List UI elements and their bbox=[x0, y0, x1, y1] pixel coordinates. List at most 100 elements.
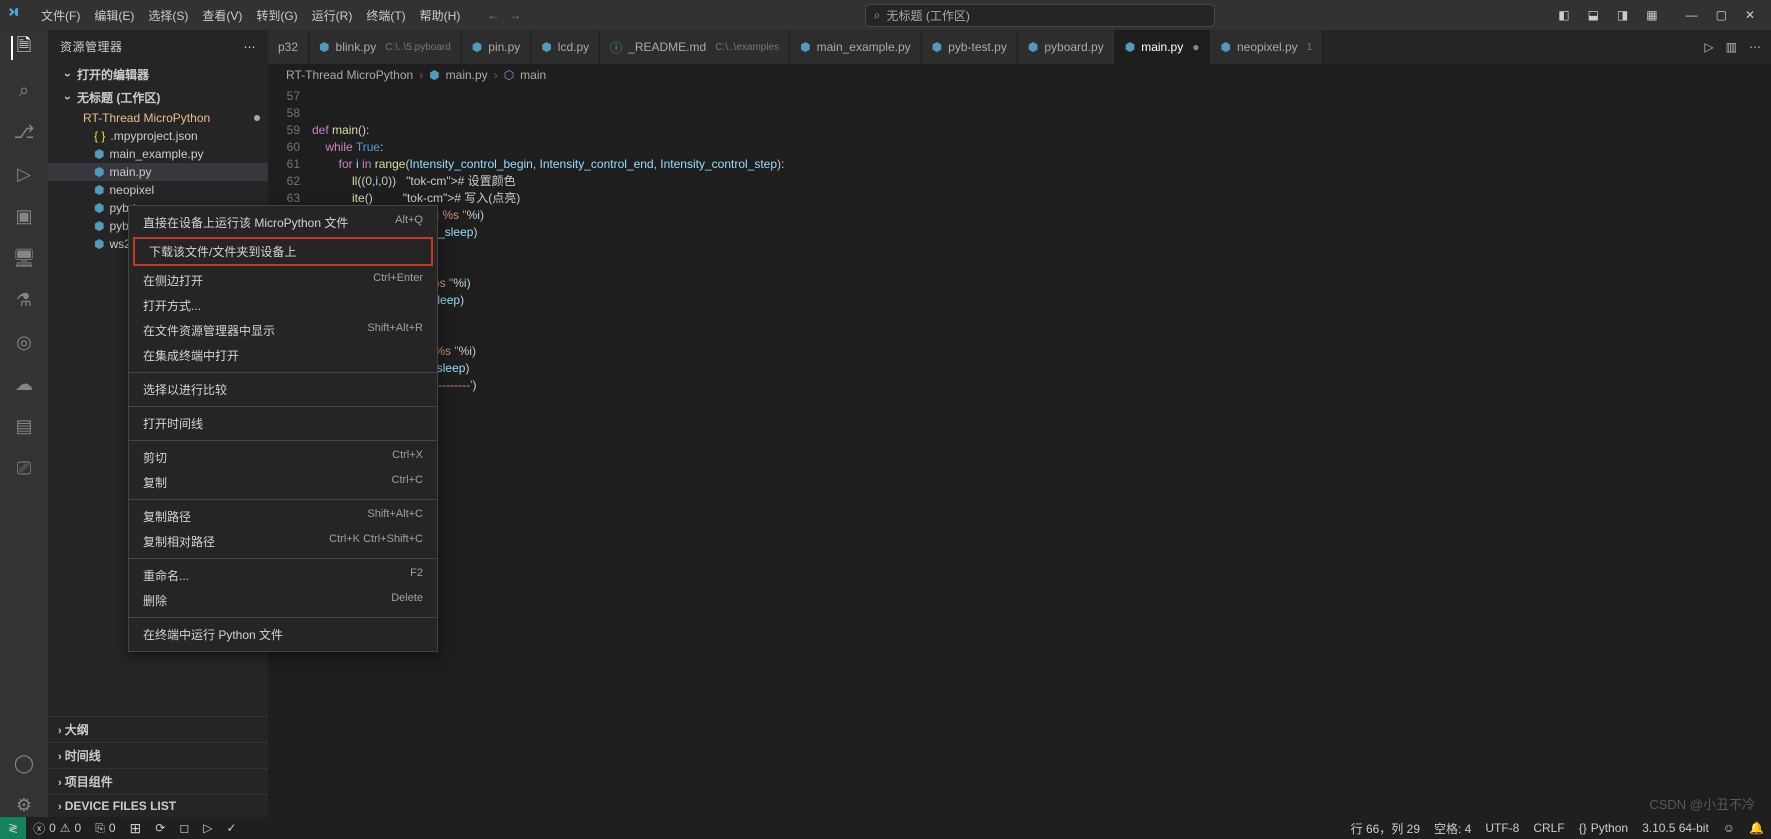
run-debug-icon[interactable]: ▷ bbox=[12, 162, 36, 186]
editor-tab[interactable]: ⬢pin.py bbox=[462, 30, 532, 64]
crumb-symbol[interactable]: main bbox=[520, 68, 546, 82]
minimap[interactable] bbox=[1661, 86, 1771, 817]
file-row[interactable]: { }.mpyproject.json bbox=[48, 127, 268, 145]
context-menu-item[interactable]: 复制Ctrl+C bbox=[129, 470, 437, 495]
editor-tab[interactable]: ⬢lcd.py bbox=[531, 30, 600, 64]
context-menu-item[interactable]: 下载该文件/文件夹到设备上 bbox=[133, 237, 433, 266]
status-interpreter[interactable]: 3.10.5 64-bit bbox=[1635, 821, 1716, 835]
status-check[interactable]: ✓ bbox=[220, 821, 244, 835]
menu-terminal[interactable]: 终端(T) bbox=[359, 4, 412, 27]
menu-run[interactable]: 运行(R) bbox=[305, 4, 360, 27]
file-row[interactable]: ⬢main.py bbox=[48, 163, 268, 181]
layout-left-icon[interactable]: ◧ bbox=[1558, 8, 1569, 22]
editor-tab[interactable]: p32 bbox=[268, 30, 309, 64]
vscode-logo-icon bbox=[8, 6, 26, 24]
context-menu-item[interactable]: 删除Delete bbox=[129, 588, 437, 613]
crumb-folder[interactable]: RT-Thread MicroPython bbox=[286, 68, 413, 82]
editor-tab[interactable]: ⬢main.py● bbox=[1115, 30, 1211, 64]
python-file-icon: ⬢ bbox=[541, 40, 551, 54]
outline-section[interactable]: › 大纲 bbox=[48, 716, 268, 742]
context-menu-item[interactable]: 打开时间线 bbox=[129, 411, 437, 436]
window-close-icon[interactable]: ✕ bbox=[1745, 8, 1755, 22]
serial-icon[interactable]: ◎ bbox=[12, 330, 36, 354]
more-icon[interactable]: ⋯ bbox=[244, 40, 257, 54]
notes-icon[interactable]: ▤ bbox=[12, 414, 36, 438]
status-problems[interactable]: ⓧ 0 ⚠ 0 bbox=[26, 820, 88, 837]
editor-tab[interactable]: ⬢pyboard.py bbox=[1018, 30, 1115, 64]
status-stop[interactable]: ◻ bbox=[172, 821, 196, 835]
menu-view[interactable]: 查看(V) bbox=[195, 4, 249, 27]
device-icon[interactable]: ⎚ bbox=[12, 456, 36, 480]
status-run[interactable]: ▷ bbox=[196, 821, 219, 835]
code-editor[interactable]: 5758596061626364656667686970717273747576… bbox=[268, 86, 1771, 817]
breadcrumbs[interactable]: RT-Thread MicroPython› ⬢main.py› ⬡main bbox=[268, 64, 1771, 86]
context-menu-item[interactable]: 复制路径Shift+Alt+C bbox=[129, 504, 437, 529]
testing-icon[interactable]: ⚗ bbox=[12, 288, 36, 312]
nav-arrows: ← → bbox=[487, 8, 521, 22]
editor-tab[interactable]: ⬢pyb-test.py bbox=[922, 30, 1018, 64]
remote-indicator[interactable]: ≷ bbox=[0, 817, 26, 839]
context-menu-item[interactable]: 打开方式... bbox=[129, 293, 437, 318]
timeline-section[interactable]: › 时间线 bbox=[48, 742, 268, 768]
status-eol[interactable]: CRLF bbox=[1526, 821, 1571, 835]
context-menu-item[interactable]: 在终端中运行 Python 文件 bbox=[129, 622, 437, 647]
context-menu-item[interactable]: 在侧边打开Ctrl+Enter bbox=[129, 268, 437, 293]
menu-file[interactable]: 文件(F) bbox=[34, 4, 87, 27]
editor-tab[interactable]: ⬢main_example.py bbox=[790, 30, 922, 64]
crumb-file[interactable]: main.py bbox=[446, 68, 488, 82]
editor-tab[interactable]: ⬢blink.pyC:\..\5.pyboard bbox=[309, 30, 462, 64]
context-menu-item[interactable]: 在集成终端中打开 bbox=[129, 343, 437, 368]
command-center[interactable]: ⌕ 无标题 (工作区) bbox=[865, 4, 1215, 27]
status-sync[interactable]: ⟳ bbox=[148, 821, 172, 835]
accounts-icon[interactable]: ◯ bbox=[12, 751, 36, 775]
menu-edit[interactable]: 编辑(E) bbox=[87, 4, 141, 27]
device-files-section[interactable]: › DEVICE FILES LIST bbox=[48, 794, 268, 817]
nav-back-icon[interactable]: ← bbox=[487, 8, 499, 22]
split-editor-icon[interactable]: ▥ bbox=[1726, 40, 1737, 54]
menu-help[interactable]: 帮助(H) bbox=[413, 4, 468, 27]
open-editors-section[interactable]: 打开的编辑器 bbox=[48, 63, 268, 86]
dirty-dot-icon[interactable]: ● bbox=[1192, 40, 1199, 54]
layout-right-icon[interactable]: ◨ bbox=[1617, 8, 1628, 22]
file-name: main_example.py bbox=[109, 147, 203, 161]
context-menu-item[interactable]: 剪切Ctrl+X bbox=[129, 445, 437, 470]
context-menu-item[interactable]: 直接在设备上运行该 MicroPython 文件Alt+Q bbox=[129, 210, 437, 235]
more-actions-icon[interactable]: ⋯ bbox=[1749, 40, 1761, 54]
nav-forward-icon[interactable]: → bbox=[509, 8, 521, 22]
window-maximize-icon[interactable]: ▢ bbox=[1716, 8, 1727, 22]
layout-bottom-icon[interactable]: ⬓ bbox=[1588, 8, 1599, 22]
remote-explorer-icon[interactable]: 🖥 bbox=[12, 246, 36, 270]
editor-tab[interactable]: ⬢neopixel.py1 bbox=[1210, 30, 1323, 64]
extensions-icon[interactable]: ▣ bbox=[12, 204, 36, 228]
project-components-section[interactable]: › 项目组件 bbox=[48, 768, 268, 794]
context-menu-item[interactable]: 在文件资源管理器中显示Shift+Alt+R bbox=[129, 318, 437, 343]
folder-root[interactable]: RT-Thread MicroPython bbox=[48, 109, 268, 127]
status-no-device[interactable]: ⊞ bbox=[123, 820, 149, 837]
context-menu-item[interactable]: 复制相对路径Ctrl+K Ctrl+Shift+C bbox=[129, 529, 437, 554]
file-context-menu: 直接在设备上运行该 MicroPython 文件Alt+Q下载该文件/文件夹到设… bbox=[128, 205, 438, 652]
window-minimize-icon[interactable]: — bbox=[1686, 8, 1698, 22]
file-row[interactable]: ⬢neopixel bbox=[48, 181, 268, 199]
modified-dot-icon bbox=[254, 115, 260, 121]
context-menu-item[interactable]: 选择以进行比较 bbox=[129, 377, 437, 402]
menu-selection[interactable]: 选择(S) bbox=[141, 4, 195, 27]
status-ports[interactable]: ⎘ 0 bbox=[88, 821, 122, 836]
status-feedback-icon[interactable]: ☺ bbox=[1716, 821, 1742, 835]
status-bell-icon[interactable]: 🔔 bbox=[1742, 821, 1771, 835]
menu-go[interactable]: 转到(G) bbox=[249, 4, 304, 27]
settings-gear-icon[interactable]: ⚙ bbox=[12, 793, 36, 817]
layout-custom-icon[interactable]: ▦ bbox=[1646, 8, 1657, 22]
run-file-icon[interactable]: ▷ bbox=[1704, 40, 1713, 54]
file-row[interactable]: ⬢main_example.py bbox=[48, 145, 268, 163]
explorer-icon[interactable]: 🗎 bbox=[11, 36, 35, 60]
docker-icon[interactable]: ☁ bbox=[12, 372, 36, 396]
status-encoding[interactable]: UTF-8 bbox=[1478, 821, 1526, 835]
editor-tab[interactable]: ⓘ_README.mdC:\..\examples bbox=[600, 30, 790, 64]
status-cursor[interactable]: 行 66，列 29 bbox=[1344, 820, 1427, 837]
context-menu-item[interactable]: 重命名...F2 bbox=[129, 563, 437, 588]
status-spaces[interactable]: 空格: 4 bbox=[1427, 820, 1478, 837]
source-control-icon[interactable]: ⎇ bbox=[12, 120, 36, 144]
search-icon[interactable]: ⌕ bbox=[12, 78, 36, 102]
status-language[interactable]: {} Python bbox=[1572, 821, 1635, 835]
workspace-section[interactable]: 无标题 (工作区) bbox=[48, 86, 268, 109]
